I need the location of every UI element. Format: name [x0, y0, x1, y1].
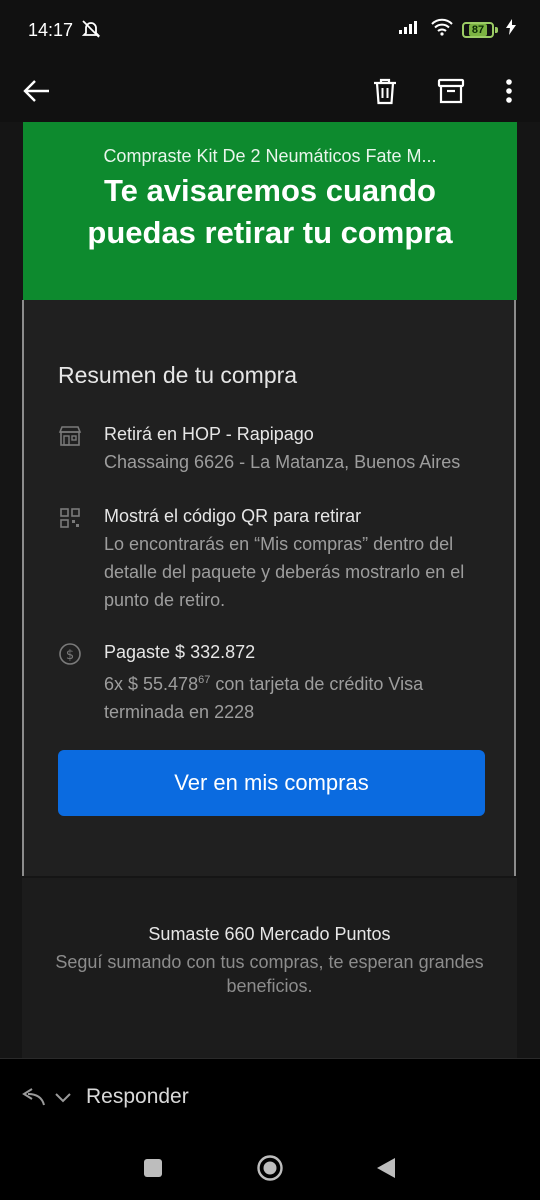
delete-button[interactable] [364, 70, 406, 112]
item-title: Mostrá el código QR para retirar [104, 506, 362, 526]
charging-icon [506, 19, 516, 40]
archive-icon [437, 78, 465, 104]
recents-button[interactable] [137, 1152, 169, 1184]
mercado-points-section: Sumaste 660 Mercado Puntos Seguí sumando… [22, 878, 517, 1058]
wifi-icon [430, 18, 454, 41]
triangle-back-icon [377, 1158, 395, 1178]
item-body: Chassaing 6626 - La Matanza, Buenos Aire… [104, 452, 461, 472]
trash-icon [374, 78, 396, 105]
home-button[interactable] [254, 1152, 286, 1184]
dollar-icon: $ [58, 642, 82, 666]
pickup-item: Retirá en HOP - Rapipago Chassaing 6626 … [58, 420, 484, 476]
more-vert-icon [506, 79, 512, 103]
reply-button[interactable]: Responder [86, 1085, 189, 1109]
top-app-bar [0, 60, 540, 122]
email-content[interactable]: Compraste Kit De 2 Neumáticos Fate M... … [0, 122, 540, 1058]
item-body: 6x $ 55.47867 con tarjeta de crédito Vis… [104, 666, 484, 726]
back-button[interactable] [16, 70, 58, 112]
archive-button[interactable] [430, 70, 472, 112]
banner-subtitle: Compraste Kit De 2 Neumáticos Fate M... [103, 146, 437, 166]
battery-icon: 87 [462, 21, 498, 38]
item-title: Retirá en HOP - Rapipago [104, 424, 314, 444]
banner-title: Te avisaremos cuando puedas retirar tu c… [87, 173, 453, 250]
chevron-down-icon[interactable] [54, 1091, 72, 1109]
qr-item: Mostrá el código QR para retirar Lo enco… [58, 502, 484, 614]
payment-item: $ Pagaste $ 332.872 6x $ 55.47867 con ta… [58, 638, 484, 726]
item-body: Lo encontrarás en “Mis compras” dentro d… [104, 534, 465, 610]
circle-icon [257, 1155, 283, 1181]
item-title: Pagaste $ 332.872 [104, 642, 256, 662]
purchase-summary-card: Resumen de tu compra Retirá en HOP - Rap… [22, 300, 516, 876]
points-title: Sumaste 660 Mercado Puntos [148, 924, 391, 944]
back-nav-button[interactable] [370, 1152, 402, 1184]
mute-icon [80, 18, 102, 45]
system-navigation-bar [0, 1138, 540, 1200]
summary-heading: Resumen de tu compra [58, 362, 298, 388]
more-options-button[interactable] [488, 70, 530, 112]
header-banner: Compraste Kit De 2 Neumáticos Fate M... … [23, 122, 517, 300]
reply-bar[interactable]: Responder [0, 1058, 540, 1138]
svg-text:$: $ [66, 648, 74, 663]
status-bar: 14:17 87 [0, 0, 540, 60]
view-purchases-button[interactable]: Ver en mis compras [58, 750, 485, 816]
installment-cents: 67 [198, 674, 211, 686]
arrow-left-icon [23, 80, 49, 102]
points-body: Seguí sumando con tus compras, te espera… [55, 952, 484, 996]
installment-amount: 6x $ 55.478 [104, 674, 199, 694]
store-icon [58, 424, 82, 448]
battery-level: 87 [468, 23, 488, 36]
reply-icon[interactable] [20, 1087, 46, 1112]
qr-code-icon [58, 506, 82, 530]
signal-icon [398, 19, 422, 40]
square-icon [144, 1159, 162, 1177]
status-time: 14:17 [28, 20, 74, 40]
